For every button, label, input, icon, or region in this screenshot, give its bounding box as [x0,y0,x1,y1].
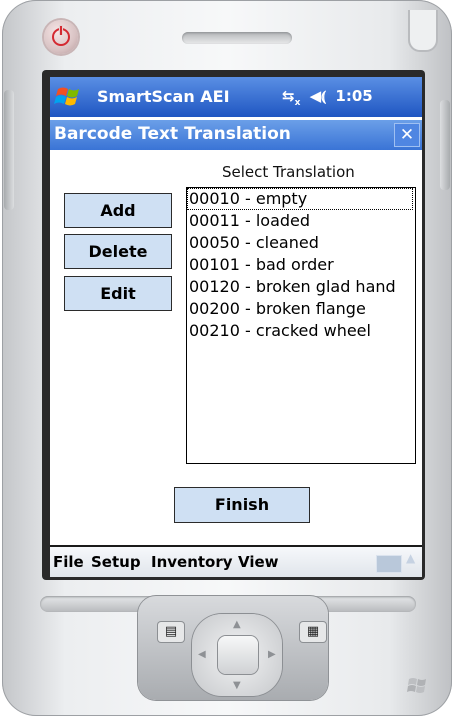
dpad-up-icon[interactable]: ▲ [233,619,241,630]
menu-inventory[interactable]: Inventory [151,553,233,571]
dpad-left-icon[interactable]: ◀ [198,649,206,660]
power-icon [52,25,70,46]
app-title: SmartScan AEI [97,87,230,106]
connectivity-icon[interactable]: ⇆x [282,87,300,108]
speaker-grille [182,32,292,44]
stylus-slot [408,10,438,52]
keyboard-toggle-arrow-icon[interactable]: ▲ [406,551,415,565]
dpad-down-icon[interactable]: ▼ [233,680,241,691]
status-bar: SmartScan AEI ⇆x ◀︎⦅ 1:05 [50,77,422,117]
side-button-right[interactable] [440,100,450,190]
power-button[interactable] [44,20,78,54]
list-item[interactable]: 00011 - loaded [187,210,415,232]
dpad-right-icon[interactable]: ▶ [268,649,276,660]
list-item[interactable]: 00010 - empty [187,188,413,210]
menu-file[interactable]: File [53,553,84,571]
left-soft-key-icon[interactable]: ▤ [158,622,184,642]
delete-button[interactable]: Delete [64,234,172,269]
close-icon: ✕ [399,125,415,145]
clock-time[interactable]: 1:05 [335,87,372,105]
dpad-center-button[interactable] [218,636,258,674]
translation-listbox[interactable]: 00010 - empty 00011 - loaded 00050 - cle… [186,187,416,464]
edit-button[interactable]: Edit [64,276,172,311]
volume-icon[interactable]: ◀︎⦅ [310,87,327,105]
right-soft-key-icon[interactable]: ▦ [300,622,326,642]
list-item[interactable]: 00050 - cleaned [187,232,415,254]
keyboard-icon[interactable] [376,555,402,573]
finish-button[interactable]: Finish [174,487,310,523]
menu-bar: File Setup Inventory View ▲ [50,545,422,577]
window-titlebar: Barcode Text Translation ✕ [50,120,422,150]
select-translation-label: Select Translation [222,163,355,181]
add-button[interactable]: Add [64,193,172,228]
menu-view[interactable]: View [238,553,279,571]
menu-setup[interactable]: Setup [91,553,141,571]
windows-start-icon[interactable] [54,83,86,111]
list-item[interactable]: 00120 - broken glad hand [187,276,415,298]
device-screen: SmartScan AEI ⇆x ◀︎⦅ 1:05 Barcode Text T… [50,77,422,577]
list-item[interactable]: 00200 - broken flange [187,298,415,320]
windows-logo-icon [407,678,426,693]
window-title: Barcode Text Translation [54,124,291,144]
list-item[interactable]: 00101 - bad order [187,254,415,276]
side-button-left[interactable] [4,90,14,210]
status-icons[interactable]: ⇆x ◀︎⦅ 1:05 [282,87,373,108]
close-button[interactable]: ✕ [394,123,420,147]
list-item[interactable]: 00210 - cracked wheel [187,320,415,342]
